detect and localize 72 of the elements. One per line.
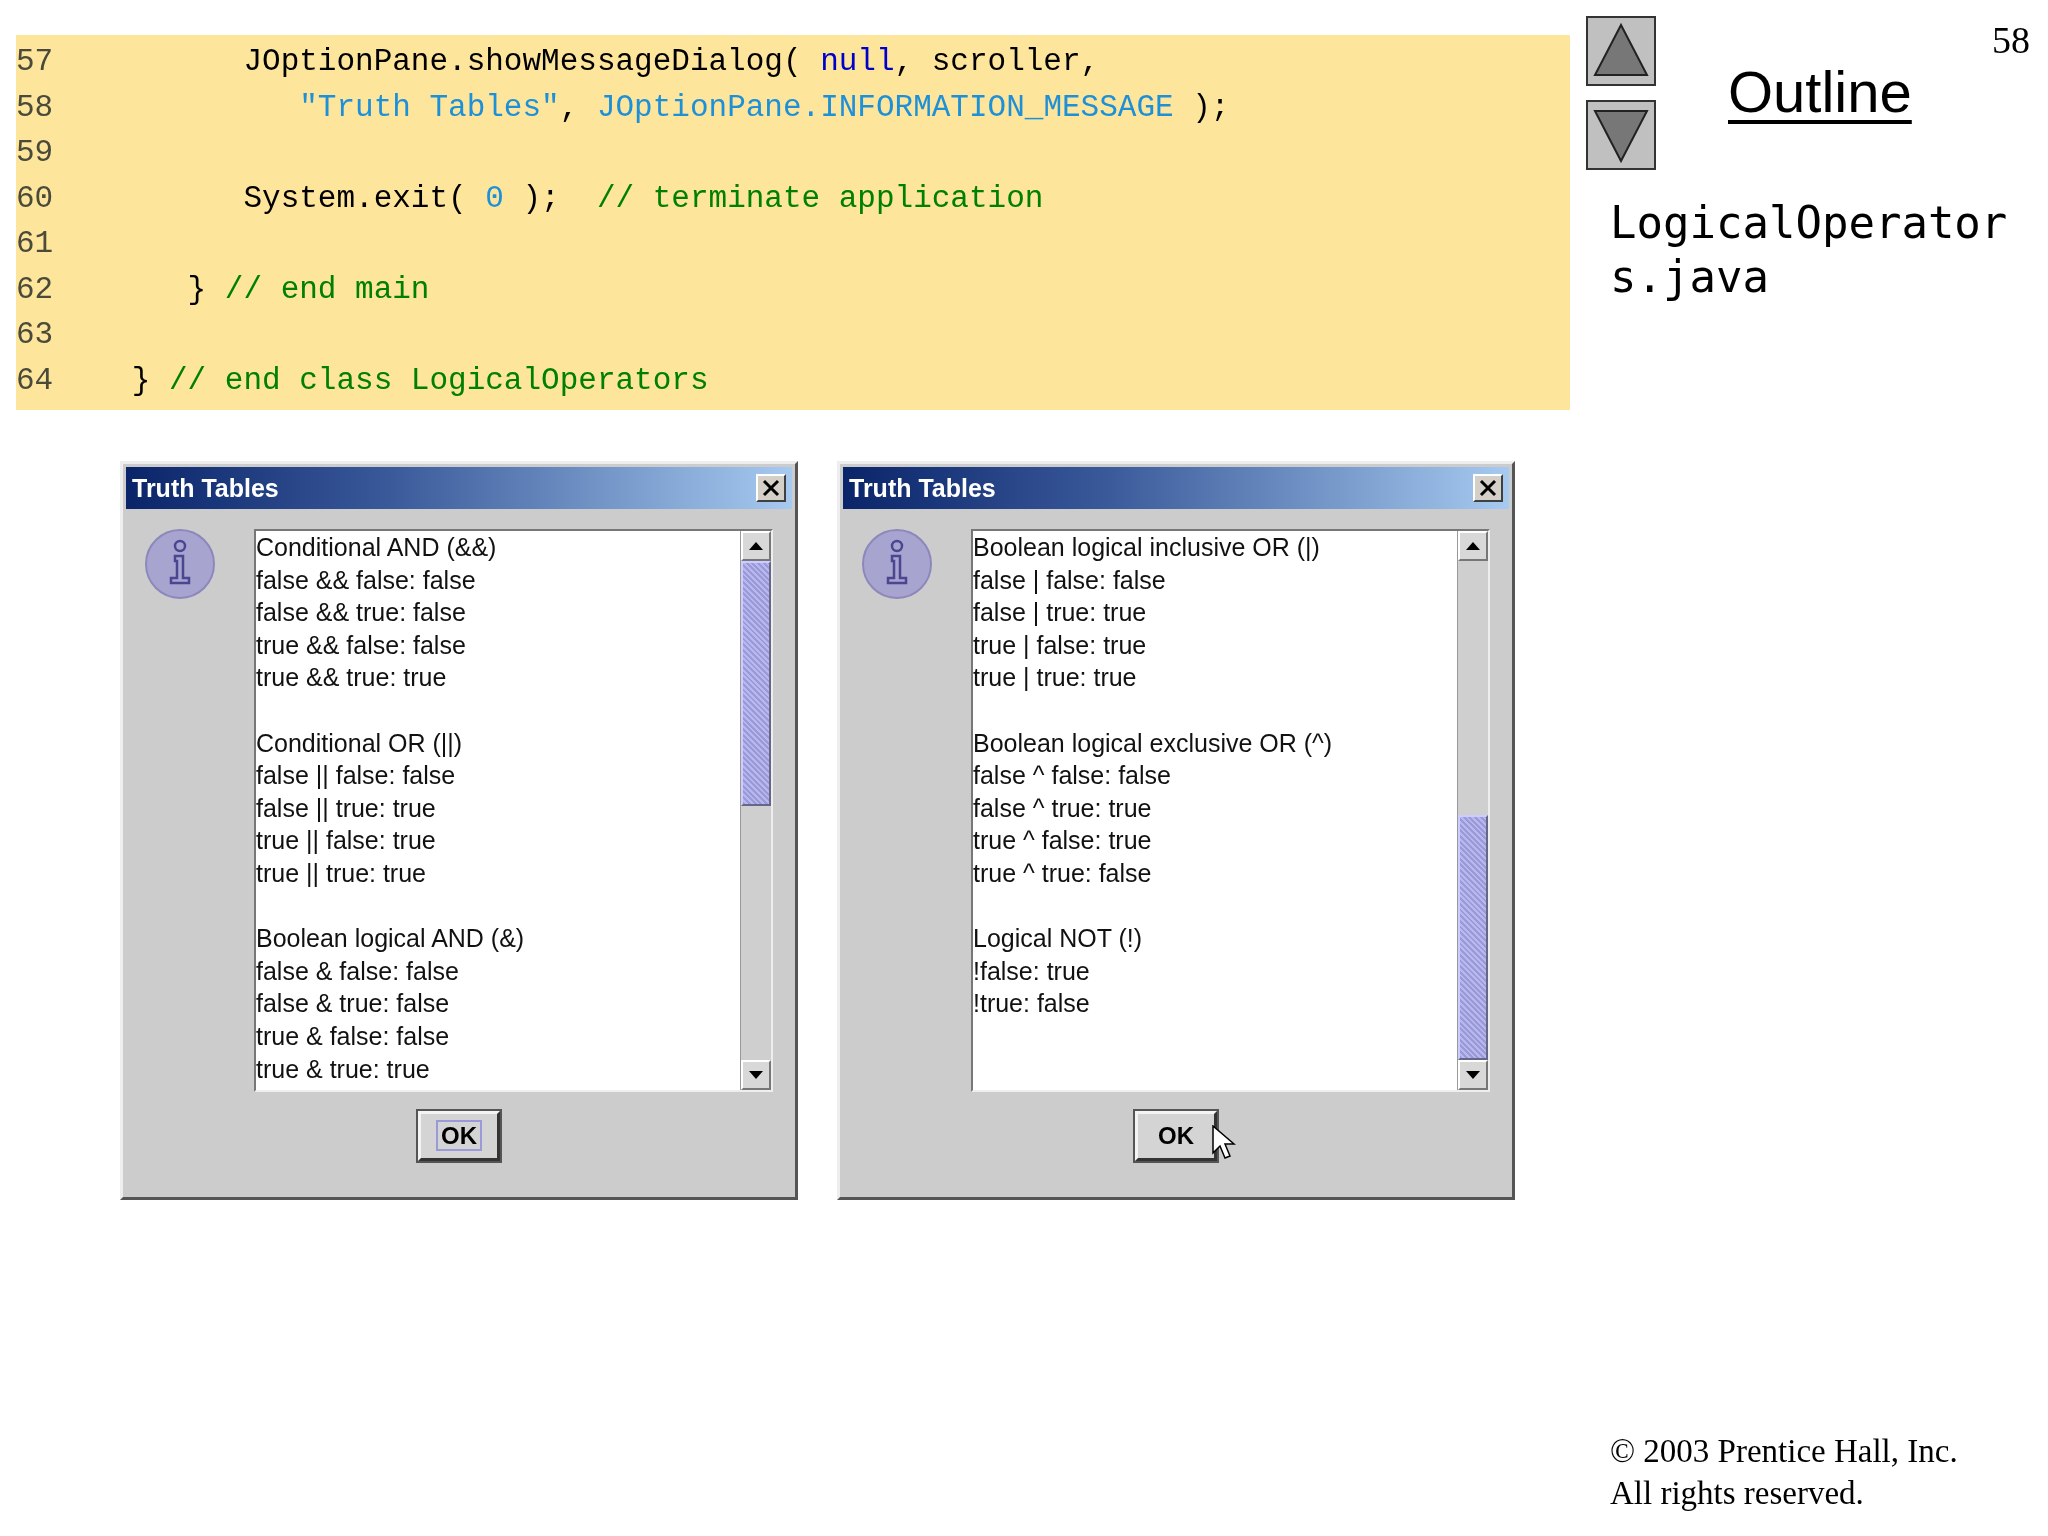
line-number: 60 [16, 180, 55, 216]
file-name: LogicalOperators.java [1610, 196, 2009, 304]
text-line: true | true: true [973, 662, 1138, 694]
text-line: false | false: false [973, 564, 1167, 596]
down-triangle-icon [1466, 1071, 1480, 1079]
text-line: false | true: true [973, 597, 1148, 629]
scrollbar[interactable] [1457, 531, 1488, 1090]
text-line: !false: true [973, 955, 1091, 987]
next-button[interactable] [1586, 100, 1656, 170]
text-line: !true: false [973, 988, 1091, 1020]
code-line: "Truth Tables", JOptionPane.INFORMATION_MESSAGE ); [298, 89, 1230, 125]
code-line: } // end main [186, 271, 430, 307]
text-line: Logical NOT (!) [973, 923, 1144, 955]
text-line: true && true: true [256, 662, 448, 694]
close-button[interactable] [1473, 474, 1503, 502]
up-triangle-icon [749, 542, 763, 550]
text-line: Conditional OR (||) [256, 727, 464, 759]
text-line: false || false: false [256, 760, 457, 792]
text-line: false & true: false [256, 988, 451, 1020]
previous-button[interactable] [1586, 16, 1656, 86]
text-line: true ^ false: true [973, 825, 1153, 857]
text-line: false && true: false [256, 597, 467, 629]
copyright-text: © 2003 Prentice Hall, Inc. [1610, 1432, 1959, 1471]
text-line: true && false: false [256, 629, 467, 661]
scrollbar-thumb[interactable] [1458, 815, 1488, 1060]
scrollbar[interactable] [740, 531, 771, 1090]
ok-button[interactable]: OK [1135, 1111, 1217, 1161]
copyright-text: All rights reserved. [1610, 1474, 1865, 1513]
line-number: 57 [16, 44, 55, 80]
text-line: Boolean logical exclusive OR (^) [973, 727, 1334, 759]
text-line: false & false: false [256, 955, 460, 987]
line-number: 62 [16, 271, 55, 307]
text-line: false ^ false: false [973, 760, 1172, 792]
code-line: JOptionPane.showMessageDialog( null, scroller, [242, 44, 1100, 80]
scroll-up-button[interactable] [741, 531, 771, 561]
up-triangle-icon [1466, 542, 1480, 550]
information-icon [862, 529, 932, 599]
line-number: 63 [16, 317, 55, 353]
window-title: Truth Tables [132, 473, 279, 503]
close-icon [762, 479, 780, 497]
text-line: false || true: true [256, 792, 437, 824]
text-line: true & true: true [256, 1053, 431, 1085]
scroll-down-button[interactable] [1458, 1060, 1488, 1090]
close-icon [1479, 479, 1497, 497]
text-line: false && false: false [256, 564, 477, 596]
scroll-up-button[interactable] [1458, 531, 1488, 561]
text-area[interactable] [254, 529, 773, 1092]
text-line: Boolean logical inclusive OR (|) [973, 532, 1321, 563]
ok-button[interactable]: OK [418, 1111, 500, 1161]
text-line: true || false: true [256, 825, 437, 857]
text-line: true || true: true [256, 857, 427, 889]
text-line: true ^ true: false [973, 857, 1153, 889]
scrollbar-thumb[interactable] [741, 561, 771, 806]
text-line: Conditional AND (&&) [256, 532, 498, 563]
line-number: 64 [16, 362, 55, 398]
window-title: Truth Tables [849, 473, 996, 503]
text-line: Boolean logical AND (&) [256, 923, 526, 955]
page-number: 58 [1992, 18, 2030, 62]
information-icon [145, 529, 215, 599]
down-triangle-icon [749, 1071, 763, 1079]
scroll-down-button[interactable] [741, 1060, 771, 1090]
text-area[interactable] [971, 529, 1490, 1092]
code-line: System.exit( 0 ); // terminate application [242, 180, 1044, 216]
line-number: 58 [16, 89, 55, 125]
close-button[interactable] [756, 474, 786, 502]
outline-link[interactable]: Outline [1728, 58, 1912, 125]
line-number: 59 [16, 135, 55, 171]
line-number: 61 [16, 226, 55, 262]
code-line: } // end class LogicalOperators [130, 362, 709, 398]
text-line: true & false: false [256, 1020, 451, 1052]
text-line: false ^ true: true [973, 792, 1153, 824]
text-line: true | false: true [973, 629, 1148, 661]
